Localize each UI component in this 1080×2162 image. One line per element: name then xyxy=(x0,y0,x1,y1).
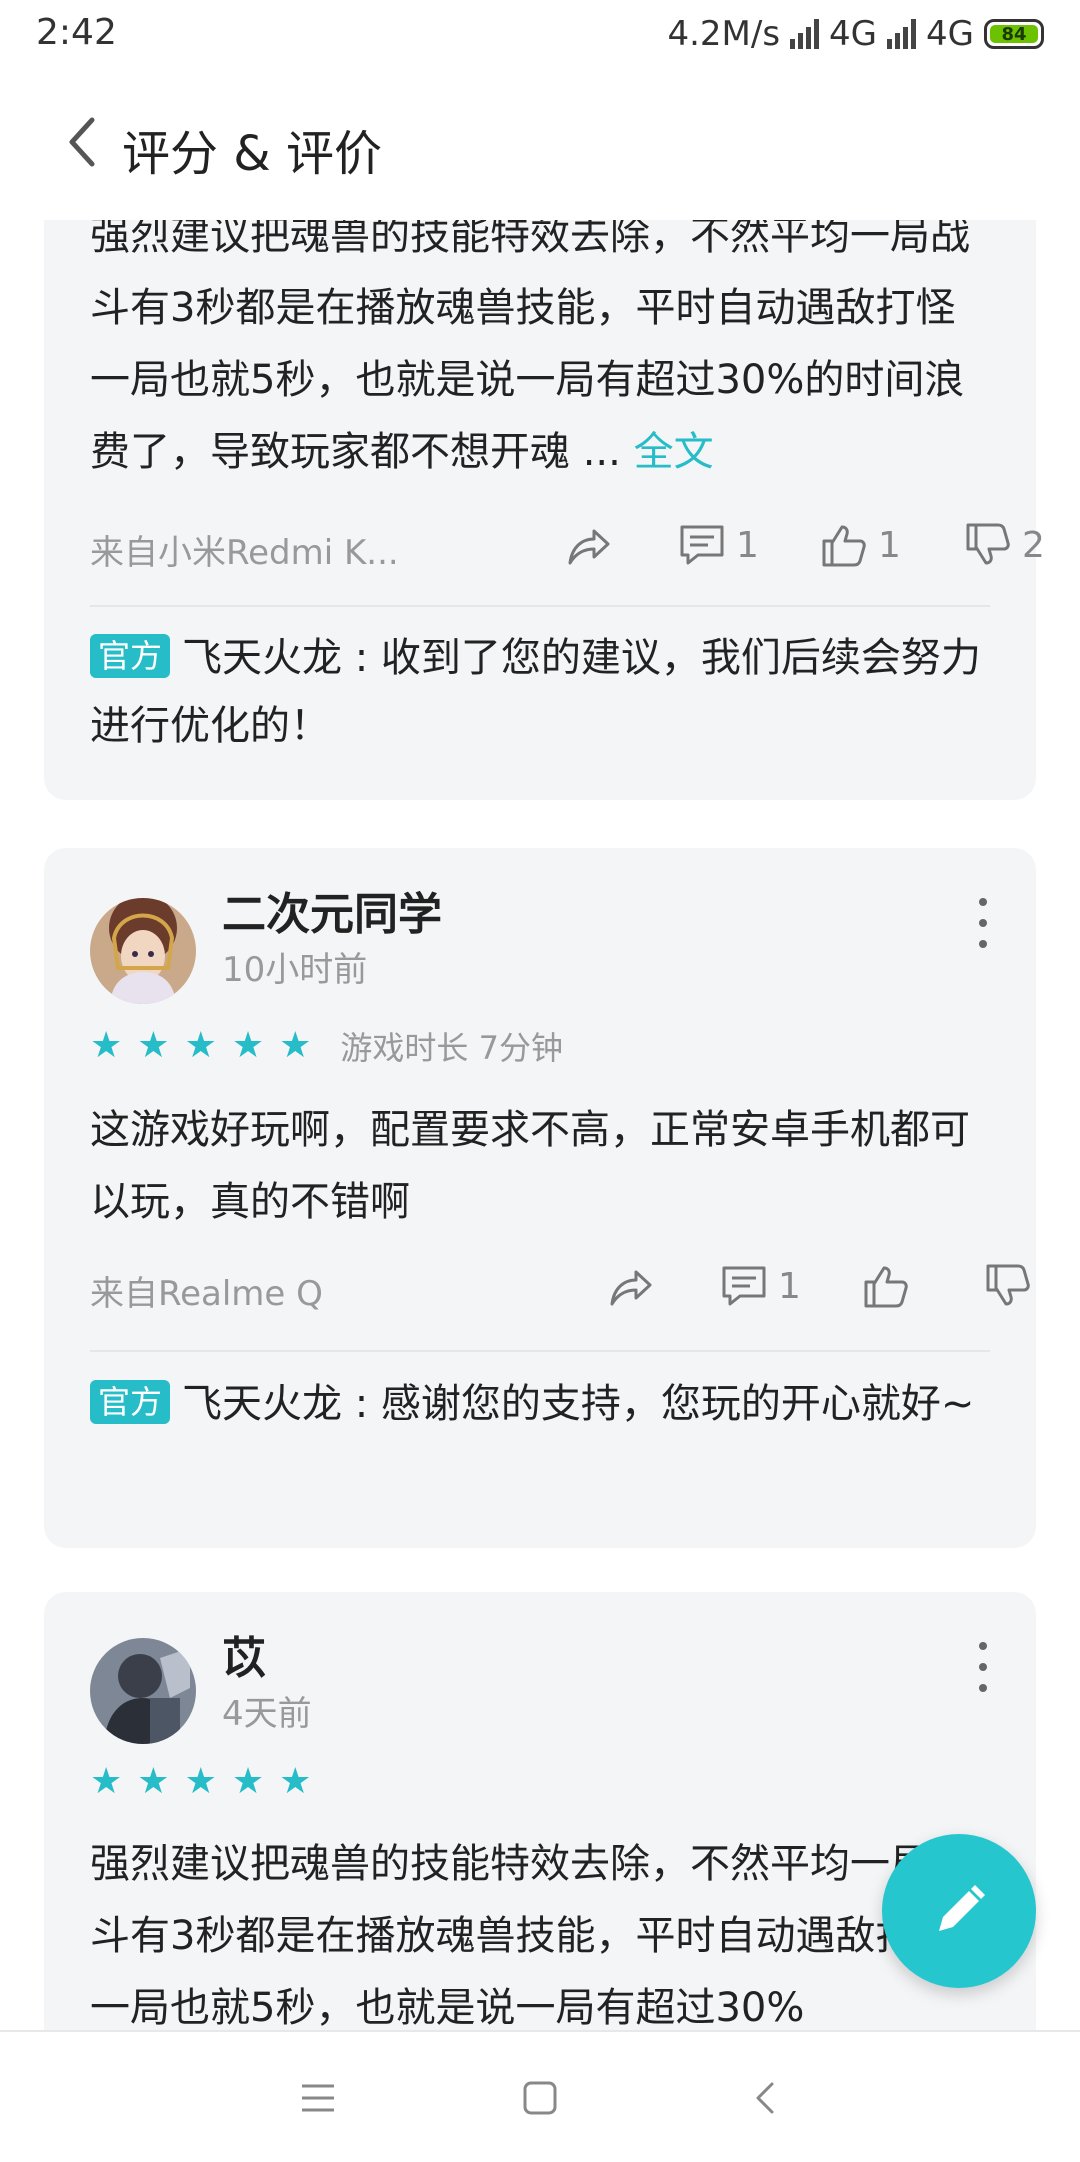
review-time: 4天前 xyxy=(222,1694,312,1734)
divider xyxy=(90,1350,990,1352)
review-card: 二次元同学 10小时前 ★ ★ ★ ★ ★ 游戏时长 7分钟 这游戏好玩啊，配置… xyxy=(44,848,1036,1548)
more-vertical-icon xyxy=(979,898,987,906)
avatar-image xyxy=(90,1638,196,1744)
more-vertical-icon xyxy=(979,1642,987,1650)
review-text: 强烈建议把魂兽的技能特效去除，不然平均一局战斗有3秒都是在播放魂兽技能，平时自动… xyxy=(90,1841,970,2030)
star-icon: ★ xyxy=(137,1025,170,1066)
play-time: 游戏时长 7分钟 xyxy=(340,1029,563,1067)
like-count: 1 xyxy=(878,524,901,566)
like-button[interactable] xyxy=(860,1256,912,1316)
more-options-button[interactable] xyxy=(976,1642,990,1692)
home-button[interactable] xyxy=(510,2068,570,2128)
network-type-1: 4G xyxy=(829,14,878,54)
avatar-image xyxy=(90,898,196,1004)
comment-icon xyxy=(722,1266,766,1306)
star-icon: ★ xyxy=(184,1025,217,1066)
star-icon: ★ xyxy=(231,1025,265,1066)
like-button[interactable]: 1 xyxy=(818,515,901,575)
top-app-bar: 评分 & 评价 xyxy=(0,70,1080,220)
official-badge: 官方 xyxy=(90,1380,171,1424)
review-text: 这游戏好玩啊，配置要求不高，正常安卓手机都可以玩，真的不错啊 xyxy=(90,1107,970,1225)
dislike-button[interactable] xyxy=(982,1256,1034,1316)
review-text: 强烈建议把魂兽的技能特效去除，不然平均一局战斗有3秒都是在播放魂兽技能，平时自动… xyxy=(90,220,990,488)
write-review-button[interactable] xyxy=(882,1834,1036,1988)
review-time: 10小时前 xyxy=(222,950,368,990)
thumbs-down-icon xyxy=(966,523,1010,565)
comment-button[interactable]: 1 xyxy=(676,515,759,575)
review-body: 强烈建议把魂兽的技能特效去除，不然平均一局战斗有3秒都是在播放魂兽技能，平时自动… xyxy=(90,220,970,475)
reply-text: 飞天火龙 : 收到了您的建议，我们后续会努力进行优化的！ xyxy=(90,635,981,749)
system-navigation-bar xyxy=(0,2030,1080,2162)
share-icon xyxy=(568,529,610,565)
status-time: 2:42 xyxy=(36,12,117,53)
dislike-count: 2 xyxy=(1022,524,1045,566)
official-badge: 官方 xyxy=(90,634,171,678)
signal-icon xyxy=(887,19,917,49)
dislike-button[interactable]: 2 xyxy=(962,515,1045,575)
avatar[interactable] xyxy=(90,1638,196,1744)
comment-count: 1 xyxy=(736,524,759,566)
pencil-icon xyxy=(939,1885,985,1931)
comment-button[interactable]: 1 xyxy=(718,1256,801,1316)
divider xyxy=(90,605,990,607)
network-type-2: 4G xyxy=(926,14,974,54)
star-icon: ★ xyxy=(90,1025,123,1066)
share-button[interactable] xyxy=(562,515,614,575)
page-title: 评分 & 评价 xyxy=(122,126,382,182)
nav-back-button[interactable] xyxy=(736,2068,796,2128)
share-button[interactable] xyxy=(604,1256,656,1316)
username[interactable]: 苡 xyxy=(222,1622,266,1686)
share-icon xyxy=(610,1270,652,1306)
home-icon xyxy=(523,2081,557,2115)
review-card: 苡 4天前 ★ ★ ★ ★ ★ 强烈建议把魂兽的技能特效去除，不然平均一局战斗有… xyxy=(44,1592,1036,2030)
comment-icon xyxy=(680,525,724,565)
star-icon: ★ xyxy=(137,1761,170,1802)
username[interactable]: 二次元同学 xyxy=(222,878,442,942)
star-icon: ★ xyxy=(184,1761,217,1802)
star-icon: ★ xyxy=(279,1025,312,1066)
menu-icon xyxy=(302,2084,334,2112)
battery-icon: 84 xyxy=(984,19,1044,49)
thumbs-down-icon xyxy=(986,1264,1030,1306)
star-icon: ★ xyxy=(231,1761,265,1802)
network-speed: 4.2M/s xyxy=(667,14,781,54)
chevron-left-icon xyxy=(69,117,95,167)
back-button[interactable] xyxy=(58,112,118,172)
status-bar: 2:42 4.2M/s 4G 4G 84 xyxy=(0,0,1080,70)
device-label: 来自小米Redmi K... xyxy=(90,533,399,573)
chevron-left-icon xyxy=(756,2082,774,2114)
comment-count: 1 xyxy=(778,1265,801,1307)
review-card: 强烈建议把魂兽的技能特效去除，不然平均一局战斗有3秒都是在播放魂兽技能，平时自动… xyxy=(44,220,1045,800)
star-icon: ★ xyxy=(279,1761,312,1802)
battery-level: 84 xyxy=(1001,23,1027,45)
status-indicators: 4.2M/s 4G 4G 84 xyxy=(667,12,1044,56)
star-icon: ★ xyxy=(90,1761,123,1802)
thumbs-up-icon xyxy=(864,1266,908,1308)
thumbs-up-icon xyxy=(822,525,866,567)
reviews-list[interactable]: 强烈建议把魂兽的技能特效去除，不然平均一局战斗有3秒都是在播放魂兽技能，平时自动… xyxy=(0,220,1080,2030)
rating-stars: ★ ★ ★ ★ ★ xyxy=(90,1760,311,1804)
more-options-button[interactable] xyxy=(976,898,990,948)
read-more-link[interactable]: 全文 xyxy=(634,429,714,475)
official-reply: 官方 飞天火龙 : 收到了您的建议，我们后续会努力进行优化的！ xyxy=(90,624,990,760)
reply-text: 飞天火龙 : 感谢您的支持，您玩的开心就好~ xyxy=(182,1381,975,1427)
signal-icon xyxy=(790,19,820,49)
avatar[interactable] xyxy=(90,898,196,1004)
review-meta: 来自小米Redmi K... 1 1 2 xyxy=(90,515,1045,575)
review-meta: 来自Realme Q 1 xyxy=(90,1256,1030,1316)
recent-apps-button[interactable] xyxy=(288,2068,348,2128)
device-label: 来自Realme Q xyxy=(90,1274,323,1314)
official-reply: 官方 飞天火龙 : 感谢您的支持，您玩的开心就好~ xyxy=(90,1370,990,1438)
rating-stars: ★ ★ ★ ★ ★ 游戏时长 7分钟 xyxy=(90,1024,563,1068)
